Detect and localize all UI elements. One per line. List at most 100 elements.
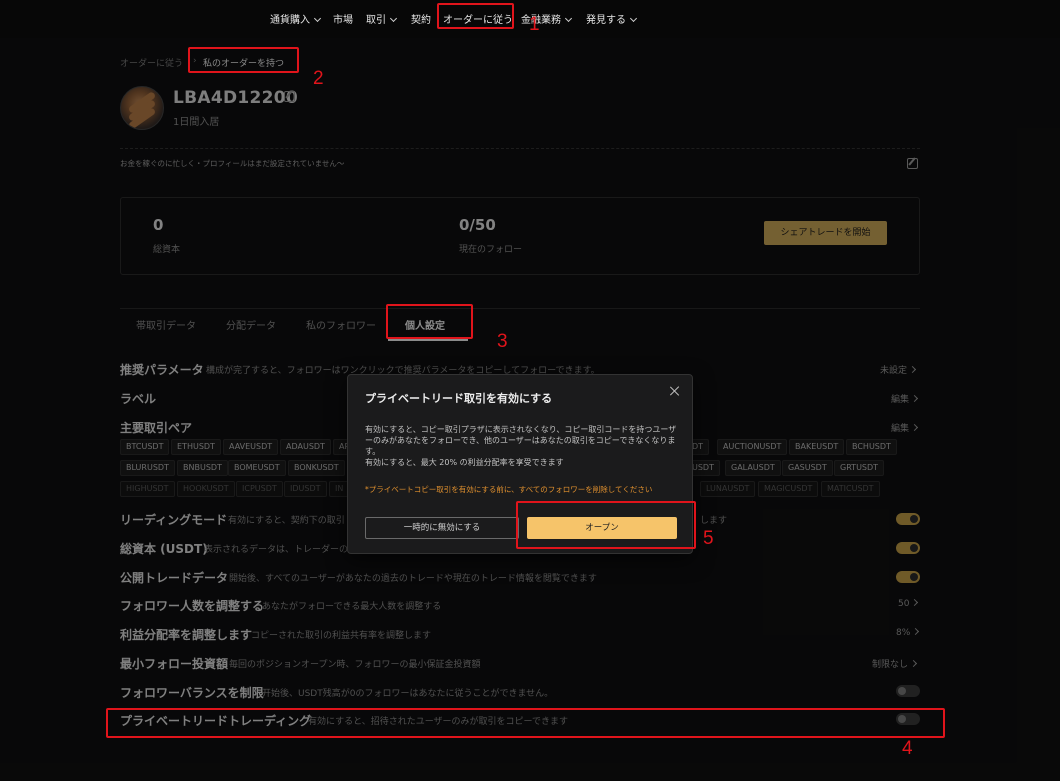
min-invest-desc: 毎回のポジションオープン時、フォロワーの最小保証金投資額 <box>229 660 481 670</box>
main-pairs-title: 主要取引ペア <box>120 421 193 435</box>
avatar <box>120 86 164 130</box>
balance-limit-desc: 开始後、USDT残高が0のフォロワーはあなたに従うことができません。 <box>262 689 554 699</box>
modal-warning: *プライベートコピー取引を有効にする前に、すべてのフォロワーを削除してください <box>365 485 653 494</box>
chevron-right-icon <box>908 365 917 374</box>
pair-chip: AAVEUSDT <box>223 439 279 455</box>
annotation-box-1 <box>437 3 514 29</box>
chevron-down-icon <box>629 14 638 23</box>
annotation-box-5 <box>516 501 696 549</box>
active-tab-indicator <box>388 339 468 341</box>
annotation-number-1: 1 <box>529 14 540 35</box>
annotation-box-2 <box>188 47 299 73</box>
modal-title: プライベートリード取引を有効にする <box>365 392 553 405</box>
pair-chip: GASUSDT <box>782 460 833 476</box>
pair-chip: MAGICUSDT <box>758 481 819 497</box>
public-trade-toggle[interactable] <box>896 571 920 583</box>
nav-label: 通貨購入 <box>270 15 310 26</box>
leading-mode-desc: 有効にすると、契約下の取引 <box>228 516 345 526</box>
divider <box>120 148 920 149</box>
username: LBA4D12200 <box>173 88 299 108</box>
nav-contract[interactable]: 契約 <box>411 11 431 26</box>
pair-chip: LUNAUSDT <box>700 481 756 497</box>
tab-my-followers[interactable]: 私のフォロワー <box>306 317 376 332</box>
total-capital-toggle[interactable] <box>896 542 920 554</box>
disable-temporarily-button[interactable]: 一時的に無効にする <box>365 517 519 539</box>
tabs-divider <box>120 308 920 309</box>
pair-chip: ETHUSDT <box>171 439 221 455</box>
pair-chip: BOMEUSDT <box>228 460 286 476</box>
profile-bio: お金を稼ぐのに忙しく・プロフィールはまだ設定されていません〜 <box>120 159 345 168</box>
link-text: 制限なし <box>872 660 909 670</box>
annotation-number-2: 2 <box>313 68 324 89</box>
chevron-right-icon <box>911 598 919 607</box>
public-trade-title: 公開トレードデータ <box>120 571 229 585</box>
profit-share-desc: コピーされた取引の利益共有率を調整します <box>251 631 432 641</box>
profit-share-title: 利益分配率を調整します <box>120 628 253 642</box>
total-capital-desc: 表示されるデータは、トレーダーの <box>204 545 349 555</box>
edit-name-icon[interactable] <box>284 91 295 102</box>
pair-chip: BLURUSDT <box>120 460 175 476</box>
link-text: 50 <box>898 599 910 609</box>
chevron-right-icon <box>912 627 920 636</box>
nav-discover[interactable]: 発見する <box>586 11 638 26</box>
start-share-trade-button[interactable]: シェアトレードを開始 <box>764 221 887 245</box>
close-icon[interactable] <box>669 385 681 397</box>
pair-chip: BCHUSDT <box>846 439 897 455</box>
total-capital-title: 総資本 (USDT) <box>120 542 208 556</box>
edit-bio-icon[interactable] <box>907 158 918 169</box>
pair-chip: AUCTIONUSDT <box>717 439 788 455</box>
pair-chip: BNBUSDT <box>177 460 228 476</box>
breadcrumb-parent[interactable]: オーダーに従う <box>120 56 183 69</box>
pair-chip: MATICUSDT <box>821 481 880 497</box>
modal-body-text-2: 有効にすると、最大 20% の利益分配率を享受できます <box>365 458 564 467</box>
nav-label: 金融業務 <box>521 15 561 26</box>
profit-share-link[interactable]: 8% <box>896 627 920 638</box>
tab-trade-data[interactable]: 帯取引データ <box>136 317 196 332</box>
leading-mode-desc-end: します <box>700 516 728 526</box>
tab-distribution-data[interactable]: 分配データ <box>226 317 276 332</box>
annotation-box-4 <box>106 708 945 738</box>
pair-chip: HOOKUSDT <box>177 481 235 497</box>
nav-label: 発見する <box>586 15 626 26</box>
chevron-down-icon <box>564 14 573 23</box>
balance-limit-title: フォロワーバランスを制限 <box>120 686 264 700</box>
nav-market[interactable]: 市場 <box>333 11 353 26</box>
recommended-params-title: 推奨パラメータ <box>120 363 204 377</box>
annotation-number-3: 3 <box>497 331 508 352</box>
min-invest-title: 最小フォロー投資額 <box>120 657 229 671</box>
pair-chip: IDUSDT <box>284 481 327 497</box>
chevron-down-icon <box>389 14 398 23</box>
followers-label: 現在のフォロー <box>459 245 523 255</box>
pair-chip: GALAUSDT <box>725 460 781 476</box>
total-capital-label: 総資本 <box>153 245 181 255</box>
link-text: 8% <box>896 628 911 638</box>
main-pairs-edit-link[interactable]: 編集 <box>891 421 919 434</box>
leading-mode-title: リーディングモード <box>120 513 228 527</box>
balance-limit-toggle[interactable] <box>896 685 920 697</box>
pair-chip: ADAUSDT <box>280 439 331 455</box>
nav-currency-purchase[interactable]: 通貨購入 <box>270 11 322 26</box>
public-trade-desc: 開始後、すべてのユーザーがあなたの過去のトレードや現在のトレード情報を閲覧できま… <box>229 574 597 584</box>
follower-count-title: フォロワー人数を調整する <box>120 599 265 613</box>
follower-count-desc: あなたがフォローできる最大人数を調整する <box>262 602 442 612</box>
leading-mode-toggle[interactable] <box>896 513 920 525</box>
annotation-box-3 <box>386 304 473 339</box>
joined-days: 1日間入居 <box>173 117 220 128</box>
pair-chip: HIGHUSDT <box>120 481 175 497</box>
chevron-right-icon <box>909 659 918 668</box>
chevron-down-icon <box>313 14 322 23</box>
annotation-number-5: 5 <box>703 528 714 549</box>
pair-chip: ICPUSDT <box>236 481 283 497</box>
link-text: 未設定 <box>880 366 908 376</box>
nav-trade[interactable]: 取引 <box>366 11 398 26</box>
modal-body-text: 有効にすると、コピー取引プラザに表示されなくなり、コピー取引コードを持つユーザー… <box>365 425 677 456</box>
chevron-right-icon <box>910 423 919 432</box>
annotation-number-4: 4 <box>902 738 913 759</box>
recommended-params-link[interactable]: 未設定 <box>880 363 917 376</box>
chevron-right-icon <box>910 394 919 403</box>
label-title: ラベル <box>120 392 157 406</box>
label-edit-link[interactable]: 編集 <box>891 392 919 405</box>
pair-chip: BTCUSDT <box>120 439 170 455</box>
min-invest-link[interactable]: 制限なし <box>872 657 918 670</box>
follower-count-link[interactable]: 50 <box>898 598 919 609</box>
